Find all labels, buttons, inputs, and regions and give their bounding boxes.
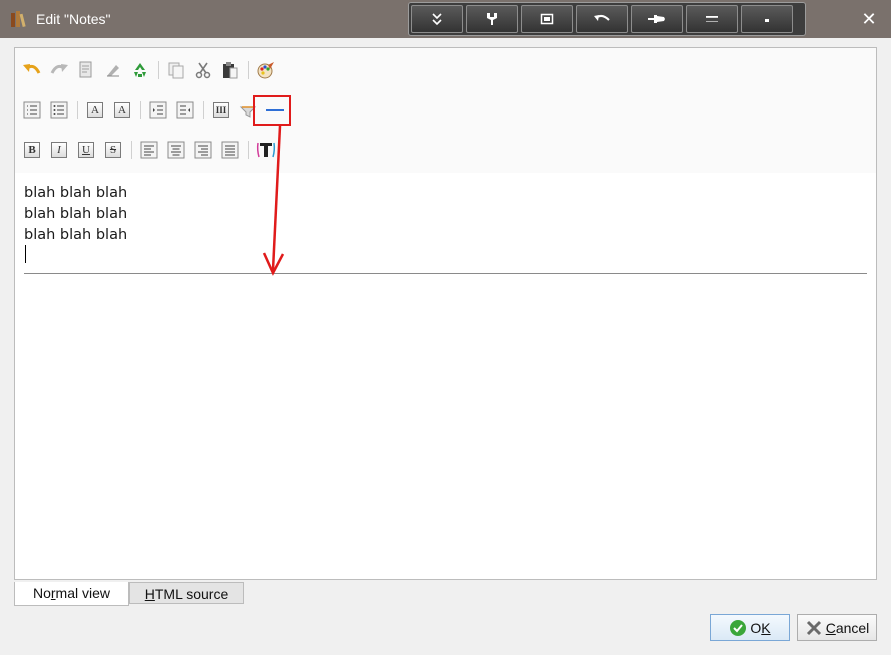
toolbar-separator [248, 61, 249, 79]
bullet-list-button[interactable] [48, 99, 70, 121]
cut-button[interactable] [192, 59, 214, 81]
underline-button[interactable]: U [75, 139, 97, 161]
subscript-icon: A [114, 102, 130, 118]
bold-icon: B [24, 142, 40, 158]
toolbar-separator [158, 61, 159, 79]
align-right-button[interactable] [192, 139, 214, 161]
italic-icon: I [51, 142, 67, 158]
toolbar-separator [131, 141, 132, 159]
window-frame-icon [540, 13, 554, 25]
palette-icon [257, 62, 274, 79]
access-key-letter: H [144, 586, 155, 602]
toolbar-separator [203, 101, 204, 119]
text-caret [25, 245, 26, 263]
clipboard-icon [223, 62, 238, 79]
undo-button[interactable] [21, 59, 43, 81]
cross-icon [806, 620, 821, 635]
access-key-letter: r [50, 585, 56, 601]
align-left-icon [140, 141, 158, 159]
editor-toolbar: A A III B I U S [15, 48, 876, 173]
close-button[interactable]: ✕ [850, 4, 888, 34]
collapse-toolbar-button[interactable] [411, 5, 463, 33]
collapse-arrows-icon [432, 13, 442, 26]
align-center-button[interactable] [165, 139, 187, 161]
ok-label: OK [750, 619, 771, 636]
preferences-button[interactable] [466, 5, 518, 33]
cancel-button[interactable]: Cancel [797, 614, 877, 641]
undo-icon [23, 64, 41, 74]
bullet-list-icon [50, 101, 68, 119]
outdent-icon [176, 101, 194, 119]
superscript-icon: A [87, 102, 103, 118]
toolbar-row-structure: A A III [21, 96, 291, 124]
insert-columns-button[interactable]: III [210, 99, 232, 121]
numbered-list-button[interactable] [21, 99, 43, 121]
redo-button[interactable] [48, 59, 70, 81]
justify-button[interactable] [219, 139, 241, 161]
bold-button[interactable]: B [21, 139, 43, 161]
align-right-icon [194, 141, 212, 159]
window-title: Edit "Notes" [36, 11, 111, 27]
toolbar-separator [248, 141, 249, 159]
strikethrough-button[interactable]: S [102, 139, 124, 161]
tab-html-source[interactable]: HTML source [129, 582, 244, 604]
eraser-icon [107, 65, 119, 77]
recycle-button[interactable] [129, 59, 151, 81]
italic-button[interactable]: I [48, 139, 70, 161]
recycle-icon [134, 63, 146, 77]
justify-icon [221, 141, 239, 159]
annotation-arrow [262, 125, 285, 276]
paste-button[interactable] [219, 59, 241, 81]
undo-arrow-icon [594, 14, 610, 21]
outdent-button[interactable] [174, 99, 196, 121]
indent-icon [149, 101, 167, 119]
window-tool-strip [408, 2, 806, 36]
minimize-window-button[interactable] [741, 5, 793, 33]
document-icon [79, 61, 92, 78]
pin-window-button[interactable] [631, 5, 683, 33]
editor-content[interactable]: blah blah blah blah blah blah blah blah … [24, 183, 127, 246]
copy-button[interactable] [165, 59, 187, 81]
copy-icon [168, 62, 184, 79]
maximize-bar-icon [706, 16, 718, 22]
toolbar-row-edit [21, 56, 282, 84]
title-bar: Edit "Notes" ✕ [0, 0, 891, 38]
restore-window-button[interactable] [521, 5, 573, 33]
underline-icon: U [78, 142, 94, 158]
checkmark-icon [730, 619, 747, 636]
text-line: blah blah blah [24, 206, 128, 222]
toolbar-row-format: B I U S [21, 136, 282, 164]
numbered-list-icon [23, 101, 41, 119]
align-center-icon [167, 141, 185, 159]
superscript-button[interactable]: A [84, 99, 106, 121]
ok-button[interactable]: OK [710, 614, 790, 641]
indent-button[interactable] [147, 99, 169, 121]
wrench-icon [487, 13, 497, 25]
text-line: blah blah blah [24, 185, 128, 201]
columns-icon: III [213, 102, 229, 118]
cancel-label: Cancel [825, 619, 870, 636]
strikethrough-icon: S [105, 142, 121, 158]
maximize-window-button[interactable] [686, 5, 738, 33]
clear-format-button[interactable] [102, 59, 124, 81]
access-key-letter: K [761, 619, 771, 636]
text-color-button[interactable] [255, 59, 277, 81]
toolbar-separator [77, 101, 78, 119]
minimize-dot-icon [765, 19, 769, 22]
scissors-icon [195, 62, 211, 79]
pin-icon [648, 15, 665, 23]
redo-icon [50, 64, 68, 74]
text-line: blah blah blah [24, 227, 128, 243]
subscript-button[interactable]: A [111, 99, 133, 121]
access-key-letter: C [825, 619, 836, 636]
books-app-icon [11, 11, 26, 28]
toolbar-separator [140, 101, 141, 119]
tab-normal-view[interactable]: Normal view [14, 582, 129, 606]
undo-window-button[interactable] [576, 5, 628, 33]
horizontal-rule [24, 273, 867, 274]
rich-text-editor: A A III B I U S blah blah blah blah blah… [14, 47, 877, 580]
new-document-button[interactable] [75, 59, 97, 81]
align-left-button[interactable] [138, 139, 160, 161]
edit-dialog: Edit "Notes" ✕ A A III B I U S blah blah… [0, 0, 891, 655]
